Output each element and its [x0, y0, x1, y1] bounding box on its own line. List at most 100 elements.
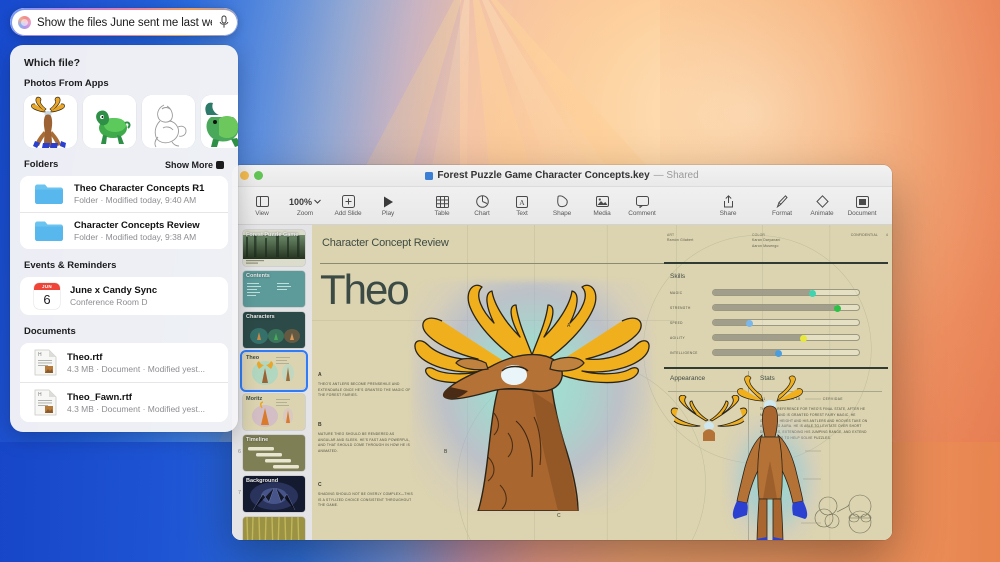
skill-handle-strength[interactable] — [833, 304, 841, 312]
list-item-subtitle: 4.3 MB · Document · Modified yest... — [67, 403, 205, 414]
list-item-title: Theo Character Concepts R1 — [74, 183, 205, 194]
slide-thumb-row[interactable]: Characters — [235, 312, 308, 348]
slide-canvas[interactable]: Character Concept Review ART Ramón Gilab… — [312, 225, 892, 540]
slide-thumbnail-theo-selected[interactable]: Theo — [240, 350, 308, 392]
note-a: A THEO'S ANTLERS BECOME PRENSEHILE AND E… — [318, 371, 413, 399]
share-button[interactable]: Share — [708, 194, 748, 217]
slide-header-title: Character Concept Review — [322, 237, 449, 249]
slide-thumb-label: Timeline — [246, 437, 269, 443]
list-item[interactable]: H Theo_Fawn.rtf 4.3 MB · Document · Modi… — [20, 382, 228, 422]
maximize-button[interactable] — [254, 171, 263, 180]
media-icon — [595, 194, 609, 209]
documents-section-title: Documents — [24, 326, 76, 337]
note-c-text: SHADING SHOULD NOT BE OVERLY COMPLEX—THI… — [318, 491, 413, 508]
credit-color-name-1: Karan Daryanani — [752, 238, 781, 243]
skill-handle-agility[interactable] — [800, 334, 808, 342]
slide-thumb-row[interactable] — [235, 517, 308, 540]
table-button[interactable]: Table — [422, 194, 462, 217]
skill-row-intelligence: INTELLIGENCE — [670, 349, 860, 357]
siri-results-card[interactable]: Which file? Photos From Apps Folders Sho… — [10, 45, 238, 432]
slide-thumbnail-background[interactable]: Background — [243, 476, 305, 512]
document-button[interactable]: Document — [842, 194, 882, 217]
slide-thumbnail-forest-puzzle-game[interactable]: Forest Puzzle Game — [243, 230, 305, 266]
media-button[interactable]: Media — [582, 194, 622, 217]
view-button[interactable]: View — [242, 194, 282, 217]
siri-query-text[interactable]: Show the files June sent me last week — [37, 16, 212, 29]
events-list[interactable]: JUN 6 June x Candy Sync Conference Room … — [20, 277, 228, 315]
slide-thumb-label: Forest Puzzle Game — [246, 232, 299, 238]
slide-thumb-row[interactable]: Moritz — [235, 394, 308, 430]
siri-panel[interactable]: Show the files June sent me last week Wh… — [10, 8, 238, 432]
slide-thumbnail-contents[interactable]: Contents — [243, 271, 305, 307]
show-more-label: Show More — [164, 159, 213, 170]
skill-handle-speed[interactable] — [746, 319, 753, 327]
play-button[interactable]: Play — [368, 194, 408, 217]
slide-thumbnail-timeline[interactable]: Timeline — [243, 435, 305, 471]
slide-thumb-row[interactable]: Forest Puzzle Game — [235, 230, 308, 266]
page-number: 4 — [885, 233, 888, 237]
folders-section-header: Folders Show More — [10, 159, 238, 176]
zoom-value-wrap: 100% — [289, 194, 321, 209]
credit-color-key: COLOR — [752, 233, 766, 237]
slide-content[interactable]: Character Concept Review ART Ramón Gilab… — [312, 225, 892, 540]
window-title-bar[interactable]: Forest Puzzle Game Character Concepts.ke… — [232, 165, 892, 187]
zoom-control[interactable]: 100% Zoom — [282, 194, 328, 217]
show-more-button[interactable]: Show More — [165, 160, 224, 170]
list-item-subtitle: Conference Room D — [70, 297, 148, 307]
note-b-text: MATURE THEO SHOULD BE RENDERED AS ANGULA… — [318, 431, 411, 454]
list-item[interactable]: Theo Character Concepts R1 Folder · Modi… — [20, 176, 228, 212]
calendar-month: JUN — [34, 283, 60, 290]
green-dragon-thumb[interactable] — [201, 95, 238, 148]
comment-button[interactable]: Comment — [622, 194, 662, 217]
slide-navigator[interactable]: Forest Puzzle Game Contents Characters T… — [232, 225, 312, 540]
slide-thumb-row[interactable]: Theo — [235, 350, 308, 392]
expand-box-icon — [216, 160, 224, 169]
slide-thumb-row[interactable]: Contents — [235, 271, 308, 307]
skill-handle-intelligence[interactable] — [775, 349, 783, 357]
shape-button[interactable]: Shape — [542, 194, 582, 217]
construction-circles — [814, 494, 872, 534]
deer-illustration — [414, 284, 650, 511]
skills-divider — [664, 367, 888, 369]
documents-list[interactable]: H Theo.rtf 4.3 MB · Document · Modified … — [20, 343, 228, 422]
character-artwork-main[interactable]: A B C — [382, 271, 682, 519]
appearance-title: Appearance — [670, 375, 706, 382]
chart-button[interactable]: Chart — [462, 194, 502, 217]
green-creature-thumb[interactable] — [83, 95, 136, 148]
keynote-body: Forest Puzzle Game Contents Characters T… — [232, 225, 892, 540]
list-item[interactable]: Character Concepts Review Folder · Modif… — [20, 212, 228, 249]
microphone-icon[interactable] — [218, 15, 230, 29]
minimize-button[interactable] — [240, 171, 249, 180]
text-button[interactable]: A Text — [502, 194, 542, 217]
slide-thumbnail-grass[interactable] — [243, 517, 305, 540]
list-item[interactable]: H Theo.rtf 4.3 MB · Document · Modified … — [20, 343, 228, 382]
chart-icon — [475, 194, 489, 209]
list-item[interactable]: JUN 6 June x Candy Sync Conference Room … — [20, 277, 228, 315]
slide-thumb-row[interactable]: 7 Background — [235, 476, 308, 512]
note-a-letter: A — [318, 372, 322, 378]
slide-thumbnail-characters[interactable]: Characters — [243, 312, 305, 348]
credit-color-name-2: Aaron Musengo — [752, 243, 779, 248]
theo-deer-thumb[interactable] — [24, 95, 77, 148]
add-slide-button[interactable]: Add Slide — [328, 194, 368, 217]
animate-button[interactable]: Animate — [802, 194, 842, 217]
folders-section: Folders Show More Theo Character Concept… — [10, 148, 238, 249]
keynote-toolbar[interactable]: View 100% Zoom Add Slide Play Table Char… — [232, 187, 892, 225]
photos-strip[interactable] — [10, 95, 238, 148]
note-c: C SHADING SHOULD NOT BE OVERLY COMPLEX—T… — [318, 481, 413, 509]
slide-thumb-row[interactable]: 6 Timeline — [235, 435, 308, 471]
skill-label-strength: STRENGTH — [670, 305, 691, 310]
note-a-text: THEO'S ANTLERS BECOME PRENSEHILE AND EXT… — [318, 381, 411, 398]
list-item-subtitle: Folder · Modified today, 9:38 AM — [74, 232, 197, 242]
slide-thumb-label: Moritz — [246, 396, 263, 402]
keynote-window[interactable]: Forest Puzzle Game Character Concepts.ke… — [232, 165, 892, 540]
folders-list[interactable]: Theo Character Concepts R1 Folder · Modi… — [20, 176, 228, 249]
animate-icon — [815, 194, 829, 209]
slide-thumbnail-moritz[interactable]: Moritz — [243, 394, 305, 430]
format-button[interactable]: Format — [762, 194, 802, 217]
siri-input-bar[interactable]: Show the files June sent me last week — [10, 8, 238, 36]
callout-a: A — [567, 323, 571, 329]
line-sketch-thumb[interactable] — [142, 95, 195, 148]
skill-handle-magic[interactable] — [808, 289, 816, 297]
skill-row-magic: MAGIC — [670, 289, 860, 297]
